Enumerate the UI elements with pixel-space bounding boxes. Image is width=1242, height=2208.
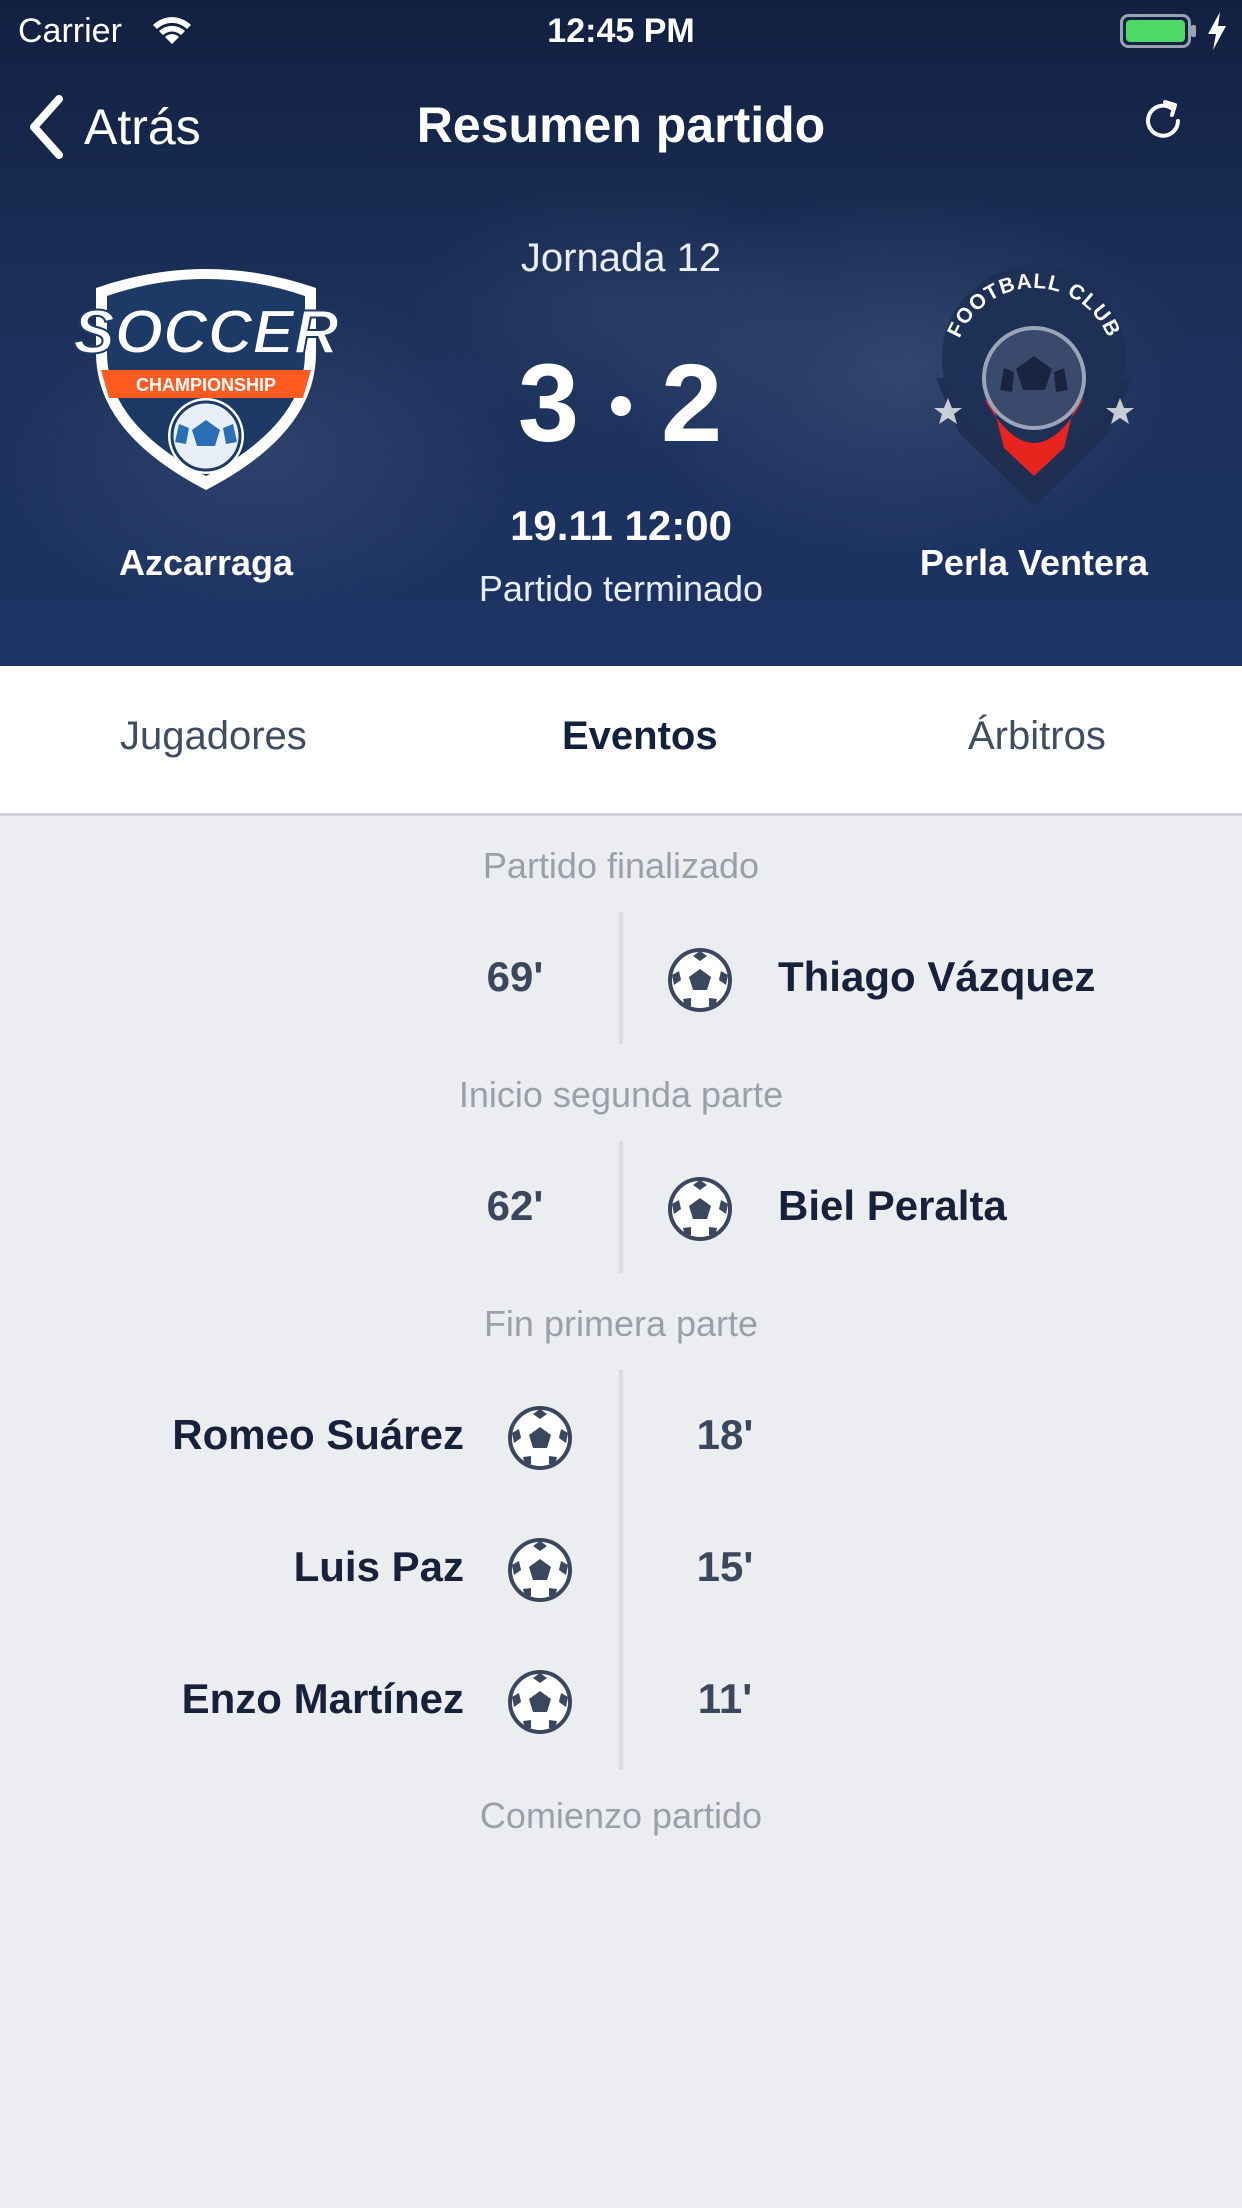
- tab-referees[interactable]: Árbitros: [968, 714, 1106, 759]
- score-separator: [611, 395, 631, 416]
- status-bar: Carrier 12:45 PM: [0, 0, 1242, 60]
- event-player: Enzo Martínez: [181, 1675, 464, 1722]
- section-label: Inicio segunda parte: [458, 1074, 784, 1115]
- event-minute: 11': [697, 1675, 753, 1722]
- soccer-ball-icon: [508, 1670, 572, 1734]
- event-row[interactable]: Luis Paz 15': [0, 1523, 1242, 1613]
- battery-icon: [1120, 14, 1196, 48]
- event-player: Romeo Suárez: [172, 1411, 464, 1458]
- soccer-ball-icon: [668, 948, 732, 1012]
- section-label: Partido finalizado: [482, 845, 760, 886]
- event-minute: 18': [696, 1411, 754, 1458]
- home-score: 3: [517, 342, 581, 465]
- status-time: 12:45 PM: [547, 12, 695, 50]
- page-title: Resumen partido: [416, 97, 826, 153]
- event-row[interactable]: 69' Thiago Vázquez: [0, 933, 1242, 1023]
- charging-icon: [1208, 12, 1226, 50]
- soccer-ball-icon: [668, 1177, 732, 1241]
- event-row[interactable]: Romeo Suárez 18': [0, 1391, 1242, 1481]
- tab-bar: Jugadores Eventos Árbitros: [0, 666, 1242, 816]
- event-player: Thiago Vázquez: [778, 953, 1096, 1000]
- away-team-logo: FOOTBALL CLUB: [934, 266, 1134, 506]
- section-label: Comienzo partido: [479, 1795, 763, 1836]
- event-minute: 69': [486, 953, 544, 1000]
- soccer-ball-icon: [508, 1406, 572, 1470]
- events-timeline: Partido finalizado 69' Thiago Vázquez In…: [0, 819, 1242, 2208]
- event-minute: 15': [696, 1543, 754, 1590]
- tab-players[interactable]: Jugadores: [120, 714, 307, 759]
- section-label: Fin primera parte: [483, 1303, 759, 1344]
- refresh-icon[interactable]: [1138, 96, 1188, 146]
- soccer-ball-icon: [508, 1538, 572, 1602]
- match-header: Carrier 12:45 PM Atrás Resumen partido S…: [0, 0, 1242, 666]
- away-team[interactable]: FOOTBALL CLUB Perla Ventera: [874, 258, 1194, 583]
- event-row[interactable]: Enzo Martínez 11': [0, 1655, 1242, 1745]
- tab-events[interactable]: Eventos: [562, 714, 718, 759]
- away-team-name: Perla Ventera: [919, 542, 1149, 583]
- event-player: Luis Paz: [293, 1543, 464, 1590]
- event-row[interactable]: 62' Biel Peralta: [0, 1162, 1242, 1252]
- away-score: 2: [661, 342, 725, 465]
- event-player: Biel Peralta: [778, 1182, 1007, 1229]
- event-minute: 62': [486, 1182, 544, 1229]
